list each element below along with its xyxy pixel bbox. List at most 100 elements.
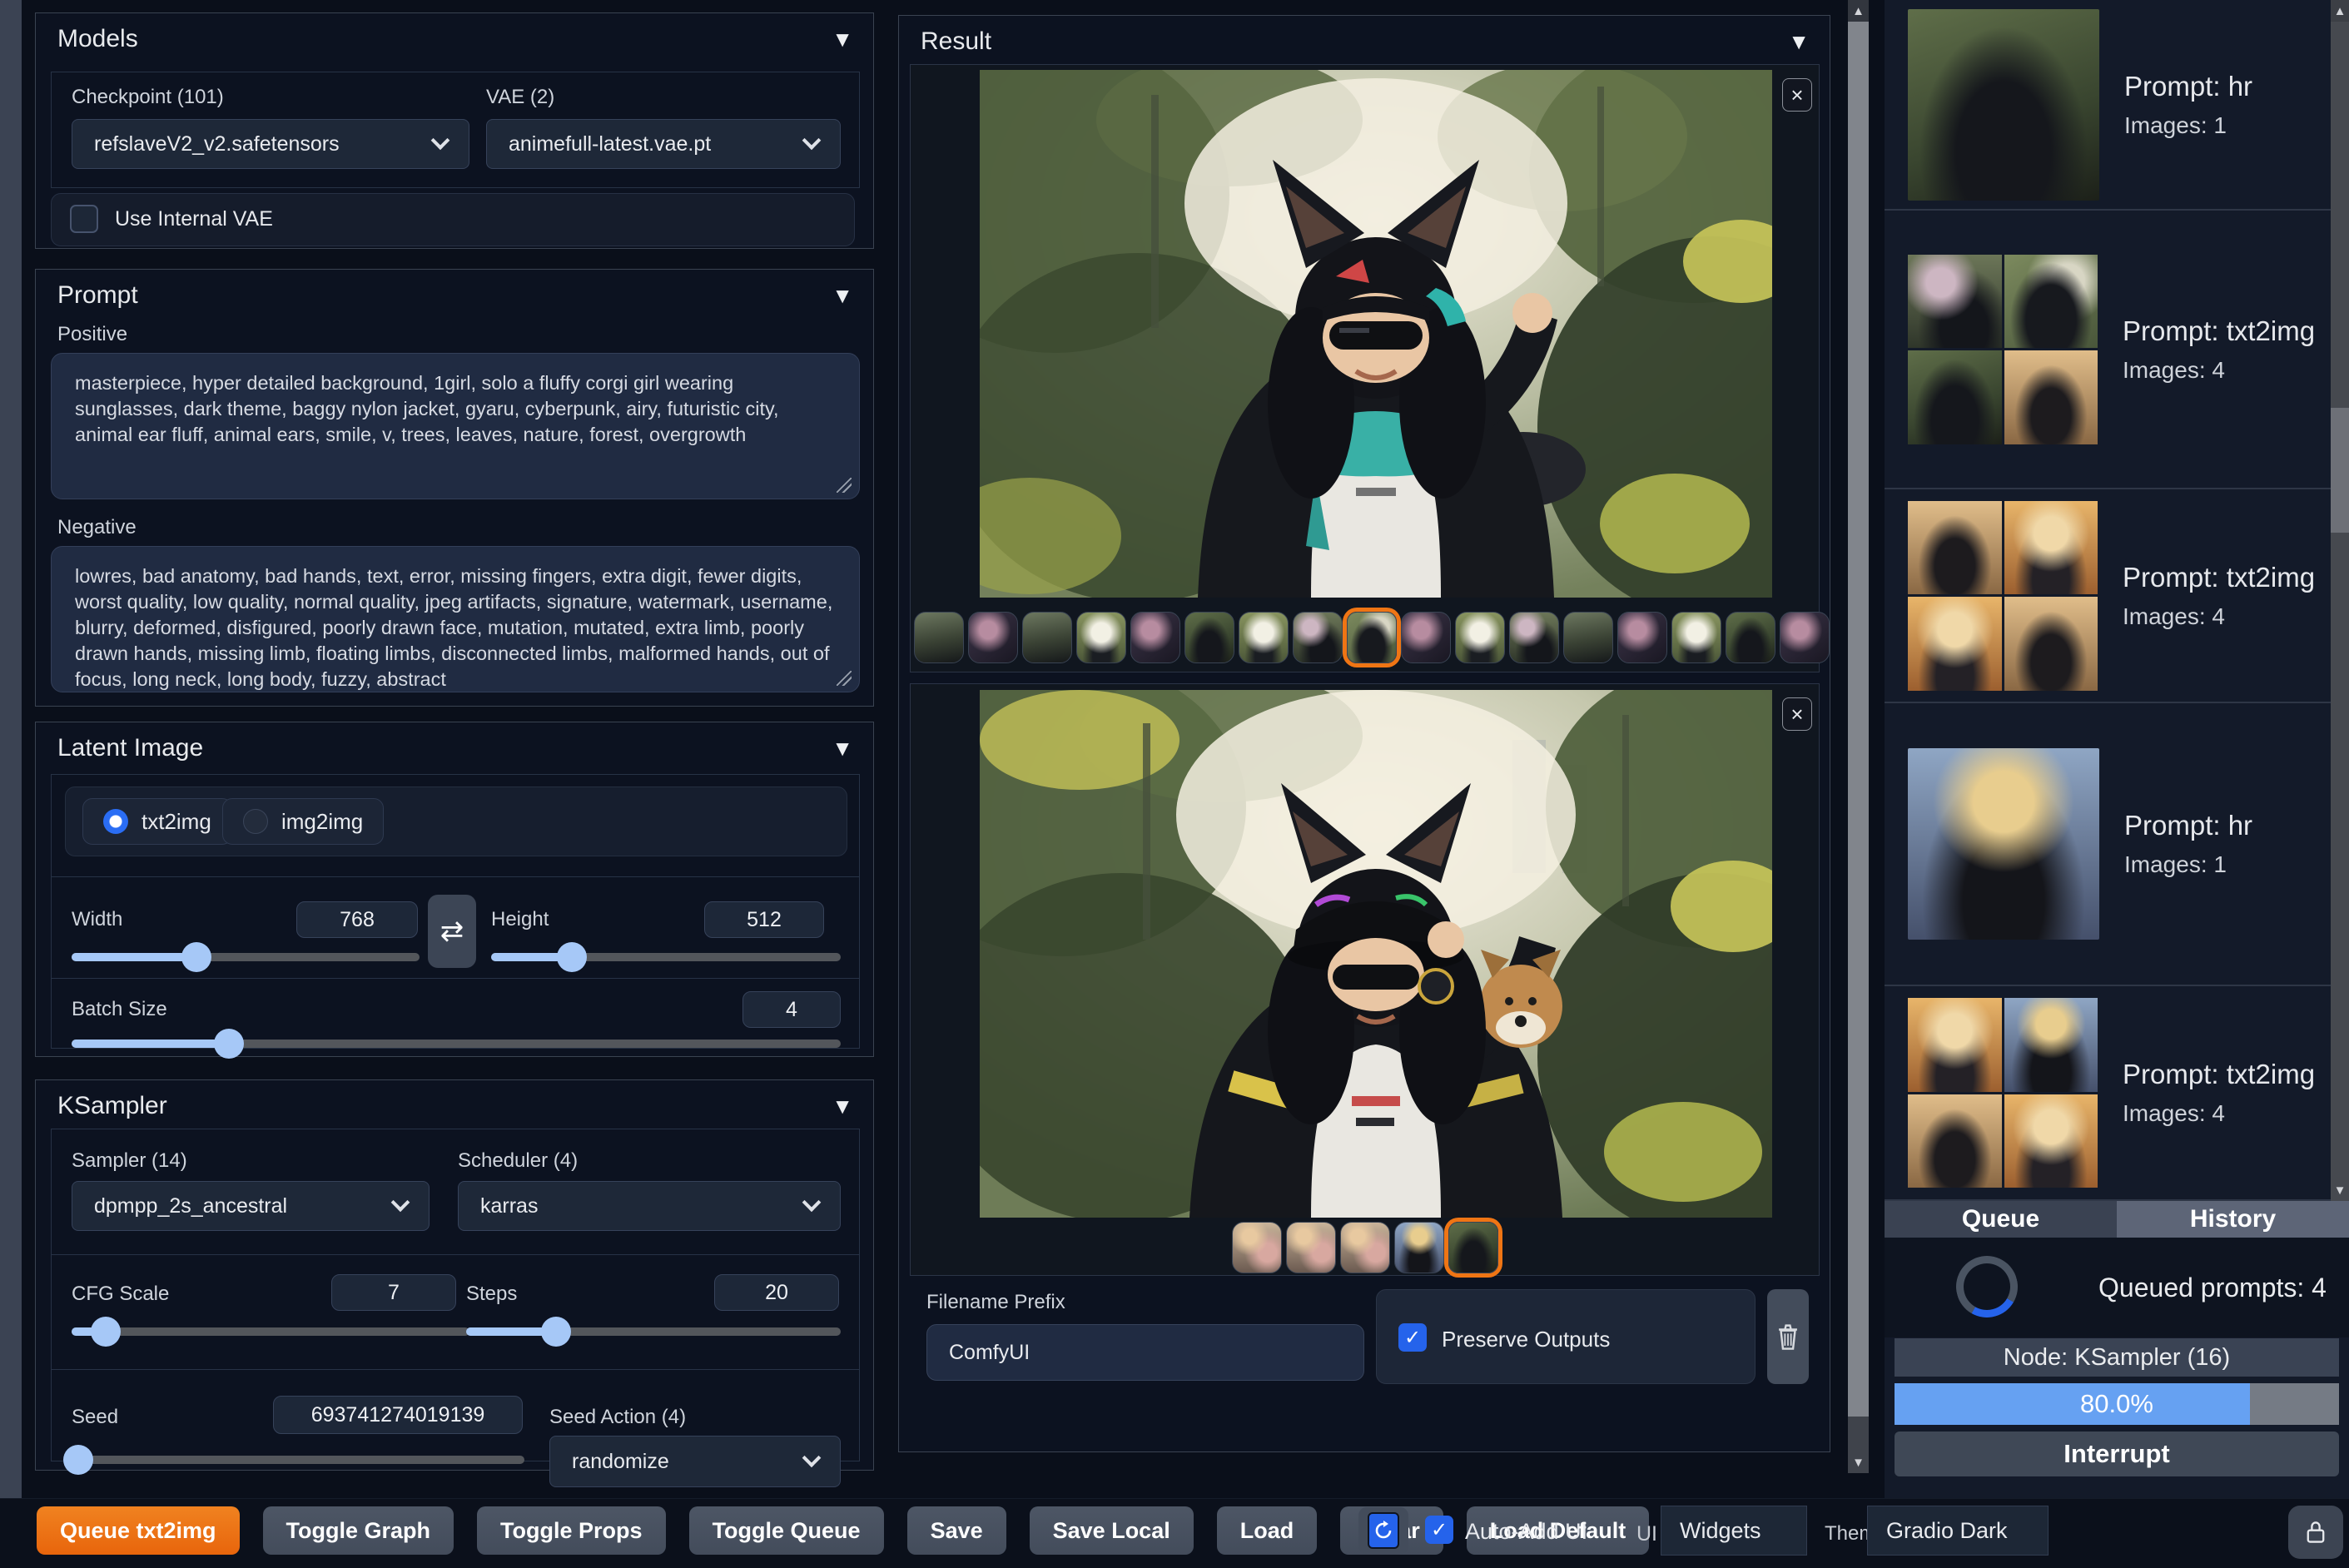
- queue-txt2img-button[interactable]: Queue txt2img: [37, 1506, 240, 1555]
- main-scrollbar-thumb[interactable]: [1848, 22, 1869, 1417]
- gallery-thumbnail-1[interactable]: [914, 612, 964, 663]
- history-entry-2[interactable]: Prompt: txt2img Images: 4: [1885, 211, 2331, 489]
- gallery-thumbnail-8[interactable]: [1293, 612, 1343, 663]
- use-internal-vae-checkbox[interactable]: [70, 205, 98, 233]
- scroll-up-icon[interactable]: ▲: [2331, 0, 2349, 22]
- mode-txt2img-radio[interactable]: txt2img: [82, 798, 232, 845]
- gallery-thumbnail-3[interactable]: [1339, 1222, 1390, 1273]
- close-icon[interactable]: ×: [1782, 697, 1812, 731]
- scroll-down-icon[interactable]: ▼: [2331, 1179, 2349, 1201]
- history-entry-4[interactable]: Prompt: hr Images: 1: [1885, 703, 2331, 986]
- toggle-queue-button[interactable]: Toggle Queue: [688, 1506, 884, 1555]
- slider-knob[interactable]: [90, 1317, 121, 1347]
- resize-handle-icon[interactable]: [837, 671, 852, 686]
- gallery-thumbnail-11[interactable]: [1455, 612, 1505, 663]
- gallery-thumbnail-4[interactable]: [1076, 612, 1126, 663]
- cfg-scale-slider[interactable]: [72, 1317, 469, 1347]
- slider-knob[interactable]: [63, 1445, 94, 1475]
- gallery-thumbnail-13[interactable]: [1563, 612, 1613, 663]
- slider-knob[interactable]: [214, 1029, 245, 1059]
- lock-ui-button[interactable]: [2288, 1506, 2343, 1559]
- gallery-thumbnail-14[interactable]: [1617, 612, 1667, 663]
- gallery-thumbnail-3[interactable]: [1022, 612, 1072, 663]
- preserve-outputs-checkbox[interactable]: ✓: [1398, 1323, 1427, 1352]
- gallery-thumbnail-2[interactable]: [968, 612, 1018, 663]
- vae-dropdown[interactable]: animefull-latest.vae.pt: [486, 119, 841, 169]
- collapse-icon[interactable]: ▼: [832, 283, 853, 309]
- main-scrollbar[interactable]: ▲ ▼: [1848, 0, 1869, 1473]
- seed-action-value: randomize: [572, 1449, 669, 1473]
- tab-queue[interactable]: Queue: [1885, 1201, 2117, 1238]
- gallery-thumbnail-12[interactable]: [1509, 612, 1559, 663]
- slider-knob[interactable]: [181, 942, 212, 972]
- sampler-dropdown[interactable]: dpmpp_2s_ancestral: [72, 1181, 430, 1231]
- width-slider[interactable]: [72, 942, 420, 972]
- auto-add-ui-checkbox[interactable]: ✓: [1425, 1516, 1453, 1544]
- history-entry-1[interactable]: Prompt: hr Images: 1: [1885, 0, 2331, 211]
- collapse-icon[interactable]: ▼: [832, 27, 853, 52]
- filename-prefix-input[interactable]: ComfyUI: [926, 1324, 1364, 1381]
- history-entry-3[interactable]: Prompt: txt2img Images: 4: [1885, 489, 2331, 703]
- gallery-thumbnail-6[interactable]: [1184, 612, 1234, 663]
- batch-size-input[interactable]: 4: [742, 991, 841, 1028]
- slider-knob[interactable]: [541, 1317, 571, 1347]
- seed-action-dropdown[interactable]: randomize: [549, 1436, 841, 1487]
- gallery-thumbnail-5[interactable]: [1448, 1222, 1498, 1273]
- toggle-props-button[interactable]: Toggle Props: [477, 1506, 666, 1555]
- gallery-thumbnail-17[interactable]: [1780, 612, 1830, 663]
- width-input[interactable]: 768: [296, 901, 418, 938]
- check-icon: ✓: [1430, 1518, 1448, 1541]
- scheduler-dropdown[interactable]: karras: [458, 1181, 841, 1231]
- mode-img2img-radio[interactable]: img2img: [222, 798, 385, 845]
- save-button[interactable]: Save: [906, 1506, 1006, 1555]
- slider-knob[interactable]: [556, 942, 587, 972]
- history-scrollbar-thumb[interactable]: [2331, 408, 2349, 533]
- collapse-icon[interactable]: ▼: [832, 736, 853, 762]
- gallery-thumbnail-5[interactable]: [1130, 612, 1180, 663]
- clear-outputs-button[interactable]: [1767, 1289, 1809, 1384]
- collapse-icon[interactable]: ▼: [832, 1094, 853, 1119]
- steps-input[interactable]: 20: [714, 1274, 839, 1311]
- theme-dropdown[interactable]: Gradio Dark: [1867, 1506, 2049, 1556]
- seed-slider[interactable]: [63, 1445, 524, 1475]
- gallery-thumbnail-7[interactable]: [1239, 612, 1289, 663]
- scroll-up-icon[interactable]: ▲: [1848, 0, 1869, 22]
- divider: [52, 1369, 859, 1370]
- refresh-ui-button[interactable]: [1358, 1507, 1408, 1554]
- interrupt-button[interactable]: Interrupt: [1895, 1432, 2339, 1476]
- history-prompt-label: Prompt: hr: [2124, 70, 2253, 102]
- gallery-thumbnail-15[interactable]: [1671, 612, 1721, 663]
- height-slider[interactable]: [491, 942, 841, 972]
- history-entry-5[interactable]: Prompt: txt2img Images: 4: [1885, 986, 2331, 1201]
- history-scrollbar[interactable]: ▲ ▼: [2331, 0, 2349, 1201]
- seed-input[interactable]: 693741274019139: [273, 1396, 523, 1434]
- close-icon[interactable]: ×: [1782, 78, 1812, 112]
- swap-dimensions-button[interactable]: ⇄: [428, 895, 476, 968]
- gallery-thumbnail-4[interactable]: [1393, 1222, 1444, 1273]
- negative-prompt-input[interactable]: lowres, bad anatomy, bad hands, text, er…: [51, 546, 860, 692]
- gallery-thumbnail-16[interactable]: [1726, 612, 1775, 663]
- steps-slider[interactable]: [466, 1317, 841, 1347]
- cfg-scale-input[interactable]: 7: [331, 1274, 456, 1311]
- save-local-button[interactable]: Save Local: [1029, 1506, 1194, 1555]
- result-image-1[interactable]: [980, 70, 1772, 598]
- filename-prefix-label: Filename Prefix: [926, 1291, 1065, 1313]
- tab-history[interactable]: History: [2117, 1201, 2349, 1238]
- load-button[interactable]: Load: [1216, 1506, 1318, 1555]
- gallery-thumbnail-9[interactable]: [1347, 612, 1397, 663]
- result-image-2[interactable]: [980, 690, 1772, 1218]
- height-label: Height: [491, 908, 549, 930]
- gallery-thumbnail-10[interactable]: [1401, 612, 1451, 663]
- toggle-graph-button[interactable]: Toggle Graph: [262, 1506, 454, 1555]
- gallery-thumbnail-1[interactable]: [1231, 1222, 1282, 1273]
- checkpoint-dropdown[interactable]: refslaveV2_v2.safetensors: [72, 119, 469, 169]
- positive-prompt-input[interactable]: masterpiece, hyper detailed background, …: [51, 353, 860, 499]
- gallery-thumbnail-2[interactable]: [1285, 1222, 1336, 1273]
- resize-handle-icon[interactable]: [837, 478, 852, 493]
- widgets-dropdown[interactable]: Widgets: [1661, 1506, 1807, 1556]
- collapse-icon[interactable]: ▼: [1788, 29, 1810, 55]
- scroll-down-icon[interactable]: ▼: [1848, 1451, 1869, 1473]
- height-input[interactable]: 512: [704, 901, 824, 938]
- latent-image-title: Latent Image: [57, 734, 204, 762]
- batch-size-slider[interactable]: [72, 1029, 841, 1059]
